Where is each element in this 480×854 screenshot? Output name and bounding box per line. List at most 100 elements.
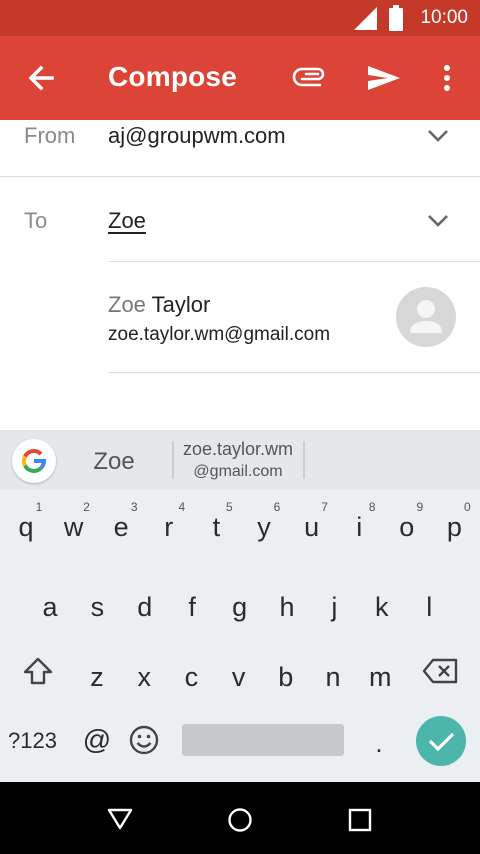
nav-recents-icon[interactable] [348,808,372,832]
battery-icon [389,5,403,31]
backspace-icon [422,658,458,684]
key[interactable]: m [356,644,404,700]
strip-divider [172,441,174,479]
navigation-bar [0,782,480,854]
key[interactable]: n [309,644,357,700]
key[interactable]: g [216,574,264,630]
key-label: g [232,592,248,622]
key[interactable]: x [120,644,168,700]
period-key[interactable]: . [364,728,394,759]
contact-suggestion-email[interactable]: zoe.taylor.wm@gmail.com [108,324,330,346]
attach-button[interactable] [292,62,332,94]
key-label: o [399,512,415,542]
at-key[interactable]: @ [80,724,114,756]
key[interactable]: 8i [335,494,383,550]
suggestion-email-line2[interactable]: @gmail.com [176,463,300,481]
key-label: p [446,512,462,542]
key-label: t [212,512,221,542]
key-label: a [42,592,58,622]
to-dropdown-button[interactable] [426,212,450,235]
key-label: d [137,592,153,622]
key-label: f [188,592,196,622]
key[interactable]: 7u [288,494,336,550]
key-label: x [137,662,151,692]
contact-suggestion-name[interactable]: Zoe Taylor [108,292,210,318]
divider [108,261,480,262]
key[interactable]: k [358,574,406,630]
suggestion-email-line1[interactable]: zoe.taylor.wm [176,439,300,460]
from-dropdown-button[interactable] [426,127,450,150]
strip-divider [303,441,305,479]
send-icon [368,66,400,90]
google-g-icon [21,448,47,473]
key[interactable]: d [121,574,169,630]
key[interactable]: 9o [383,494,431,550]
symbols-key[interactable]: ?123 [8,728,57,754]
status-time: 10:00 [420,7,468,28]
key[interactable]: h [263,574,311,630]
from-field[interactable]: aj@groupwm.com [108,123,286,149]
person-icon [410,300,442,333]
key[interactable]: 5t [192,494,240,550]
chevron-down-icon [428,215,448,227]
google-button[interactable] [12,439,56,483]
key[interactable]: l [405,574,453,630]
key-label: y [257,512,271,542]
key[interactable]: b [262,644,310,700]
to-label: To [24,208,48,233]
back-button[interactable] [22,62,62,94]
key[interactable]: a [26,574,74,630]
key[interactable]: j [310,574,358,630]
chevron-down-icon [428,130,448,142]
more-vert-icon [444,65,450,91]
emoji-icon [129,725,159,755]
key[interactable]: f [168,574,216,630]
key[interactable]: 3e [97,494,145,550]
nav-home-icon[interactable] [227,807,253,833]
key-label: s [90,592,105,622]
key-label: v [231,662,246,692]
keyboard: 1q2w3e4r5t6y7u8i9o0p a s d f g h j k l z x c v b nm ?… [0,490,480,782]
key[interactable]: 6y [240,494,288,550]
key[interactable]: s [73,574,121,630]
contact-first-name: Zoe [108,292,146,317]
from-label: From [24,123,76,148]
app-bar: Compose [0,36,480,120]
key-label: b [278,662,294,692]
key-label: z [90,662,104,692]
keyboard-suggestion-strip: Zoe zoe.taylor.wm @gmail.com [0,430,480,490]
key-label: w [63,512,84,542]
key-label: c [184,662,199,692]
key-label: e [113,512,129,542]
signal-icon [354,7,377,30]
more-options-button[interactable] [432,60,462,96]
backspace-key[interactable] [422,658,458,689]
key-label: r [164,512,174,542]
key[interactable]: z [73,644,121,700]
suggestion-word[interactable]: Zoe [70,448,158,476]
key[interactable]: 2w [50,494,98,550]
nav-back-icon[interactable] [106,807,134,831]
key-label: u [304,512,320,542]
space-key[interactable] [182,724,344,756]
paperclip-icon [292,67,325,87]
key-label: h [279,592,295,622]
key-label: q [18,512,34,542]
key[interactable]: c [167,644,215,700]
arrow-back-icon [28,65,54,91]
emoji-key[interactable] [128,724,160,761]
key[interactable]: v [215,644,263,700]
shift-key[interactable] [22,656,54,691]
send-button[interactable] [364,60,404,96]
to-field[interactable]: Zoe [108,208,146,234]
key-label: k [375,592,389,622]
key-label: m [368,662,392,692]
key[interactable]: 1q [2,494,50,550]
shift-icon [23,657,53,685]
enter-key[interactable] [416,716,466,766]
key[interactable]: 4r [145,494,193,550]
page-title: Compose [108,61,237,92]
key[interactable]: 0p [430,494,478,550]
avatar[interactable] [396,287,456,347]
key-label: i [356,512,363,542]
